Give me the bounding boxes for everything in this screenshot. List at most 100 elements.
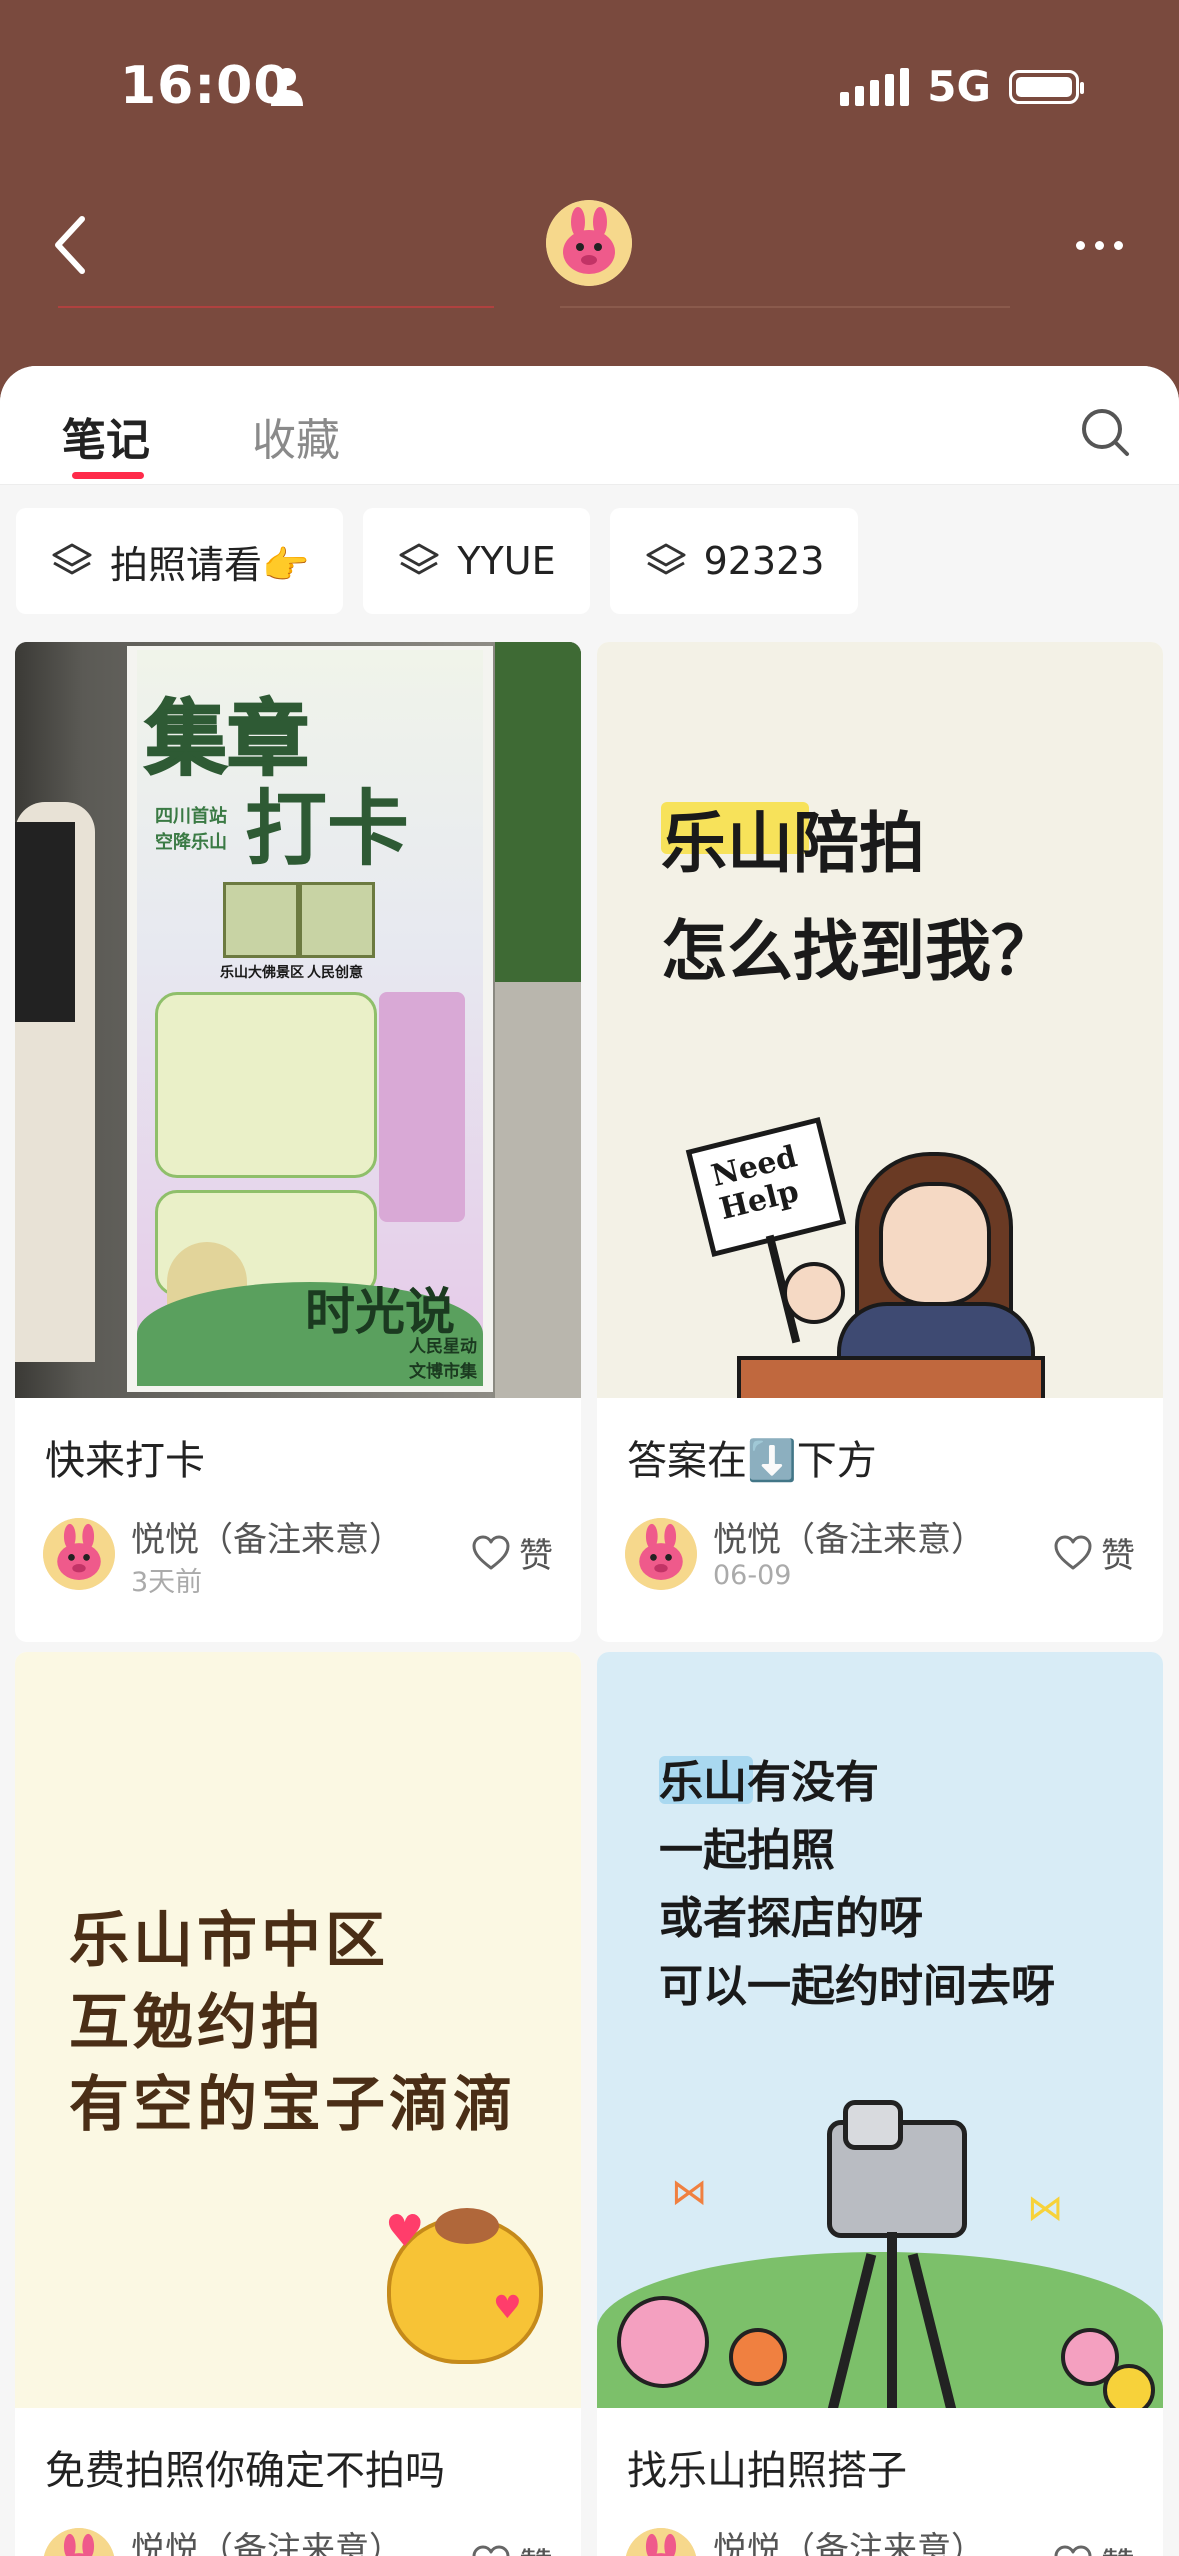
poster-highlight-text: 乐山 (661, 805, 793, 882)
chip-photo-guide[interactable]: 拍照请看👉 (16, 508, 344, 614)
note-card[interactable]: 集章 打卡 四川首站 空降乐山 乐山大佛景区 人民创意 时光说 人民星动 文博市… (15, 642, 581, 1642)
note-card[interactable]: 乐山市中区 互勉约拍 有空的宝子滴滴 ♥ ♥ 免费拍照你确定不拍吗 悦悦（备注来… (15, 1652, 581, 2556)
author-name[interactable]: 悦悦（备注来意） (713, 1512, 985, 1561)
flower (729, 2328, 787, 2386)
like-button[interactable]: 赞 (471, 1528, 553, 1577)
back-button[interactable] (40, 200, 100, 290)
author-avatar[interactable] (625, 1518, 697, 1590)
search-icon[interactable] (1079, 406, 1131, 458)
tab-notes[interactable]: 笔记 (62, 404, 150, 468)
poster-subtitle: 四川首站 空降乐山 (155, 806, 227, 853)
note-title: 快来打卡 (45, 1438, 205, 1484)
author-name[interactable]: 悦悦（备注来意） (713, 2522, 985, 2556)
note-meta: 悦悦（备注来意） 赞 (43, 2522, 553, 2556)
heart-sticker: ♥ (493, 2288, 522, 2326)
author-name[interactable]: 悦悦（备注来意） (131, 2522, 403, 2556)
like-button[interactable]: 赞 (471, 2538, 553, 2556)
more-dot (1113, 240, 1123, 250)
bunny-avatar-icon (625, 1518, 697, 1590)
note-card[interactable]: 乐山有没有 一起拍照 或者探店的呀 可以一起约时间去呀 ⋈ ⋈ 找乐山拍照搭子 (597, 1652, 1163, 2556)
qr-caption: 乐山大佛景区 (220, 965, 304, 981)
poster-line: 有空的宝子滴滴 (69, 2070, 517, 2140)
more-dot (1094, 240, 1104, 250)
post-date: 3天前 (131, 1567, 203, 1598)
butterfly: ⋈ (671, 2172, 707, 2213)
desk (737, 1356, 1045, 1398)
duck-hat (435, 2208, 499, 2244)
note-title: 答案在⬇️下方 (627, 1438, 877, 1484)
like-label: 赞 (1101, 2538, 1135, 2556)
like-button[interactable]: 赞 (1053, 2538, 1135, 2556)
butterfly: ⋈ (1027, 2188, 1063, 2229)
flower (617, 2296, 709, 2388)
chip-label: 拍照请看👉 (110, 542, 310, 587)
active-tab-indicator (72, 472, 144, 479)
more-dot (1075, 240, 1085, 250)
note-cover-illustration: 乐山陪拍 怎么找到我？ Need Help (597, 642, 1163, 1398)
chip-label: 92323 (703, 539, 825, 583)
qr-code (299, 882, 375, 958)
poster-highlight-text: 乐山 (659, 1757, 747, 1808)
poster-line: 互勉约拍 (69, 1988, 325, 2058)
note-cover-illustration: 乐山市中区 互勉约拍 有空的宝子滴滴 ♥ ♥ (15, 1652, 581, 2408)
header-divider (58, 306, 494, 308)
network-label: 5G (927, 62, 991, 111)
poster-line: 可以一起约时间去呀 (659, 1961, 1055, 2012)
heart-sticker: ♥ (385, 2206, 425, 2257)
poster-line: 或者探店的呀 (659, 1893, 923, 1944)
poster-line: 一起拍照 (659, 1825, 835, 1876)
post-date: 06-09 (713, 1560, 792, 1591)
profile-header: 16:00 5G (0, 0, 1179, 380)
bunny-avatar-icon (43, 2528, 115, 2556)
bunny-avatar-icon (625, 2528, 697, 2556)
chip-92323[interactable]: 92323 (609, 508, 859, 614)
tab-favorites[interactable]: 收藏 (252, 404, 340, 468)
girl-hand (783, 1262, 845, 1324)
heart-icon (472, 1535, 510, 1569)
bunny-avatar-icon (546, 200, 632, 286)
note-title: 免费拍照你确定不拍吗 (45, 2448, 445, 2494)
header-divider (560, 306, 1010, 308)
layers-icon (52, 543, 92, 575)
qr-code (223, 882, 299, 958)
chip-yyue[interactable]: YYUE (363, 508, 590, 614)
girl-face (879, 1182, 991, 1306)
poster-text: 陪拍 (793, 805, 925, 882)
note-cover-photo: 集章 打卡 四川首站 空降乐山 乐山大佛景区 人民创意 时光说 人民星动 文博市… (15, 642, 581, 1398)
profile-avatar[interactable] (546, 200, 632, 286)
poster-info-box (155, 992, 377, 1178)
bunny-avatar-icon (43, 1518, 115, 1590)
poster-illustration (379, 992, 465, 1222)
poster-line: 乐山陪拍 (661, 790, 925, 886)
author-avatar[interactable] (43, 2528, 115, 2556)
layers-icon (399, 543, 439, 575)
more-button[interactable] (1059, 220, 1139, 270)
chip-label: YYUE (457, 539, 556, 583)
poster-signature-sub: 人民星动 文博市集 (409, 1337, 477, 1382)
person-icon (271, 68, 303, 106)
poster-text: 有没有 (747, 1757, 879, 1808)
camera-lens (843, 2100, 903, 2150)
like-button[interactable]: 赞 (1053, 1528, 1135, 1577)
note-meta: 悦悦（备注来意） 06-09 赞 (625, 1512, 1135, 1592)
status-time: 16:00 (120, 56, 291, 116)
poster-line: 怎么找到我？ (661, 913, 1057, 990)
note-title: 找乐山拍照搭子 (627, 2448, 907, 2494)
collection-chips: 拍照请看👉 YYUE 92323 (16, 508, 859, 614)
content-sheet: 笔记 收藏 拍照请看👉 YYUE 92323 集章 打卡 四川首站 空降乐山 乐… (0, 366, 1179, 2556)
note-cover-illustration: 乐山有没有 一起拍照 或者探店的呀 可以一起约时间去呀 ⋈ ⋈ (597, 1652, 1163, 2408)
author-avatar[interactable] (625, 2528, 697, 2556)
heart-icon (1054, 1535, 1092, 1569)
qr-caption: 人民创意 (307, 965, 363, 981)
note-meta: 悦悦（备注来意） 赞 (625, 2522, 1135, 2556)
back-arrow-icon (55, 216, 85, 274)
status-indicators: 5G (840, 62, 1084, 111)
poster-line: 乐山市中区 (69, 1906, 389, 1976)
like-label: 赞 (519, 1536, 553, 1576)
heart-icon (1054, 2545, 1092, 2556)
note-card[interactable]: 乐山陪拍 怎么找到我？ Need Help 答案在⬇️下方 悦悦（备注来意） 0… (597, 642, 1163, 1642)
signal-icon (840, 67, 910, 106)
poster-heading: 打卡 (245, 782, 410, 877)
author-name[interactable]: 悦悦（备注来意） (131, 1512, 403, 1561)
author-avatar[interactable] (43, 1518, 115, 1590)
